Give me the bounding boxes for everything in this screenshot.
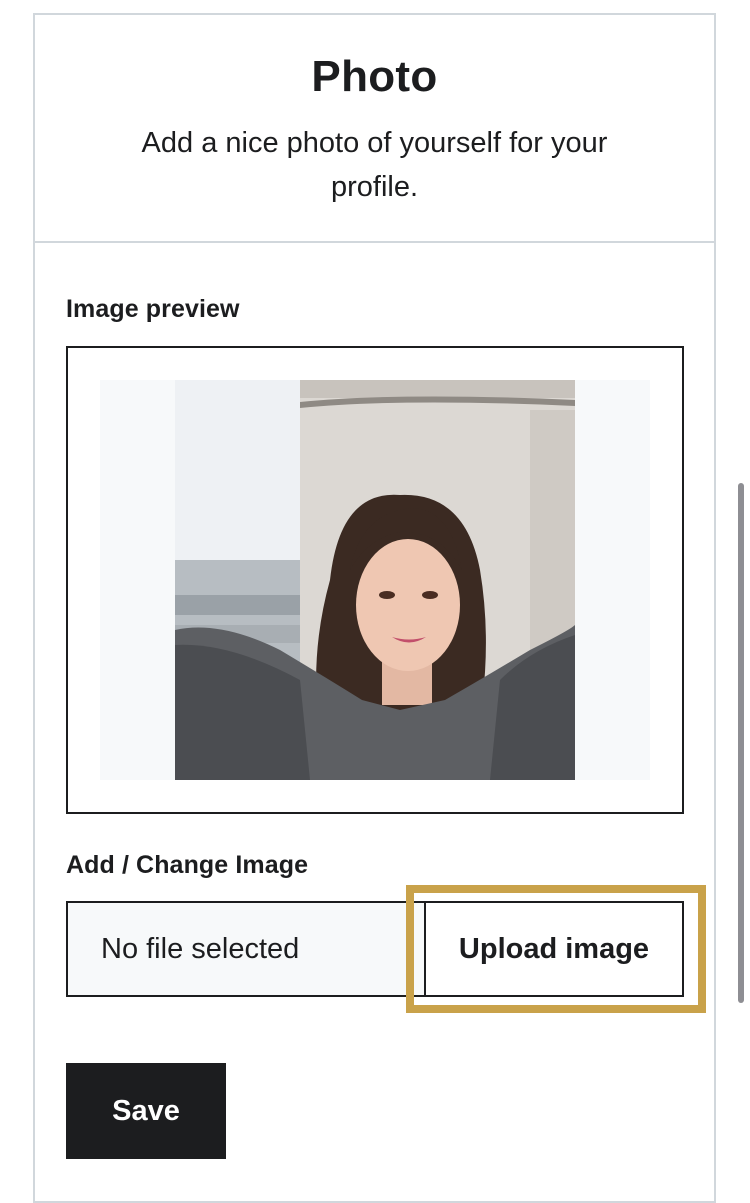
file-status-text: No file selected	[68, 903, 426, 995]
save-button[interactable]: Save	[66, 1063, 226, 1159]
image-preview-label: Image preview	[66, 295, 240, 323]
photo-settings-card: Photo Add a nice photo of yourself for y…	[33, 13, 716, 1203]
page-title: Photo	[311, 52, 438, 101]
image-preview-frame	[66, 346, 684, 814]
scrollbar[interactable]	[738, 483, 744, 1003]
add-change-image-label: Add / Change Image	[66, 851, 309, 879]
card-header: Photo Add a nice photo of yourself for y…	[35, 15, 714, 243]
file-upload-field: No file selected Upload image	[66, 901, 684, 997]
upload-image-button[interactable]: Upload image	[426, 903, 682, 995]
page-subtitle: Add a nice photo of yourself for your pr…	[141, 127, 608, 203]
image-preview-canvas	[100, 380, 650, 780]
profile-photo	[175, 380, 575, 780]
